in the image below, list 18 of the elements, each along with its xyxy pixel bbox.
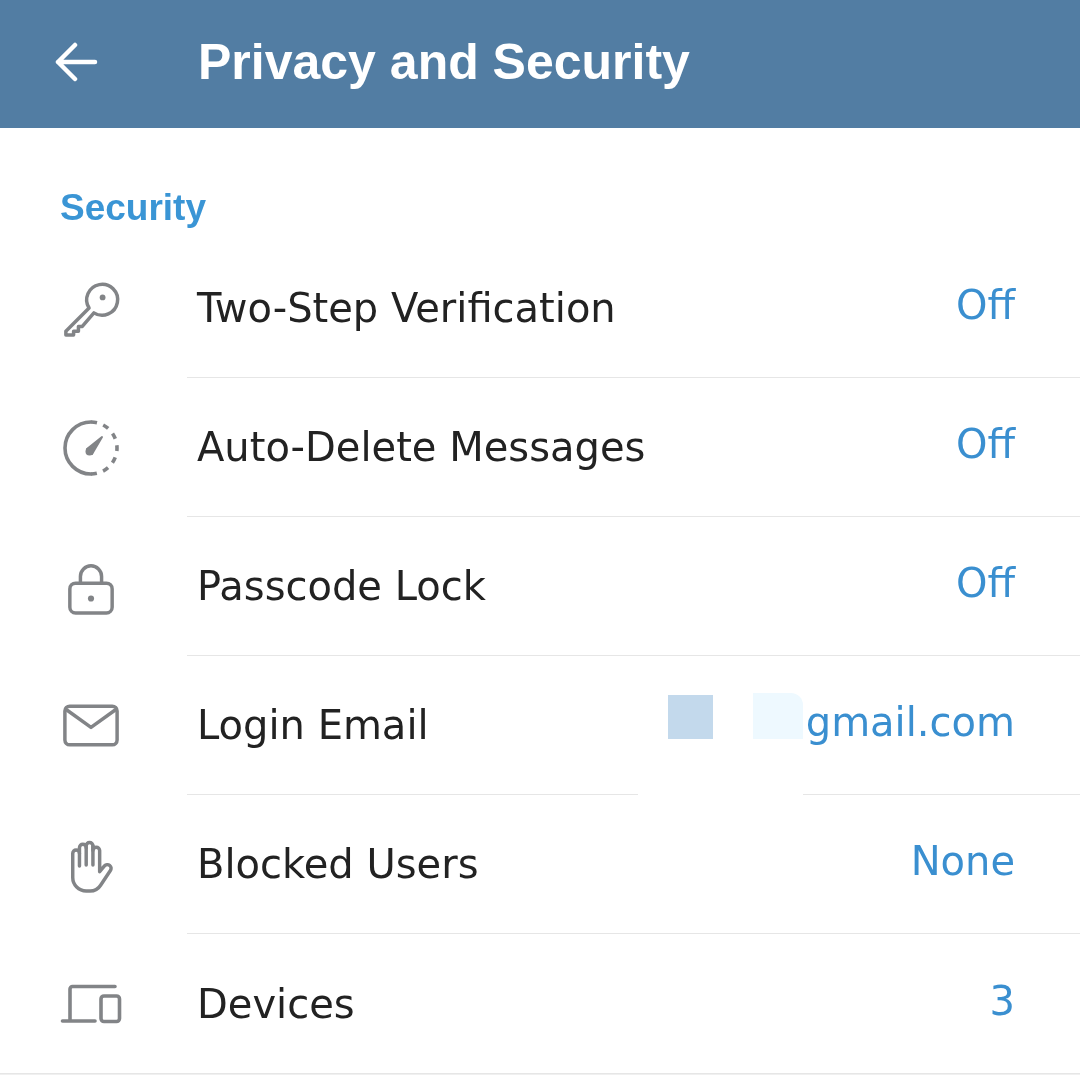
setting-value: None xyxy=(910,838,1015,884)
setting-label[interactable]: Auto-Delete Messages xyxy=(197,424,646,470)
timer-icon xyxy=(60,417,121,478)
setting-value: gmail.com xyxy=(805,699,1015,745)
setting-value: Off xyxy=(955,421,1015,467)
setting-label[interactable]: Blocked Users xyxy=(197,841,479,887)
setting-label[interactable]: Two-Step Verification xyxy=(197,285,616,331)
setting-value: 3 xyxy=(989,977,1015,1024)
setting-label[interactable]: Passcode Lock xyxy=(197,563,486,609)
mail-icon xyxy=(61,703,120,748)
devices-icon xyxy=(59,983,122,1024)
setting-label[interactable]: Devices xyxy=(197,980,355,1027)
section-title: Security xyxy=(60,187,206,230)
screen-title: Privacy and Security xyxy=(198,33,690,91)
back-arrow-icon xyxy=(54,42,98,82)
setting-label[interactable]: Login Email xyxy=(197,702,429,748)
setting-value: Off xyxy=(955,560,1015,606)
setting-value: Off xyxy=(955,282,1015,328)
